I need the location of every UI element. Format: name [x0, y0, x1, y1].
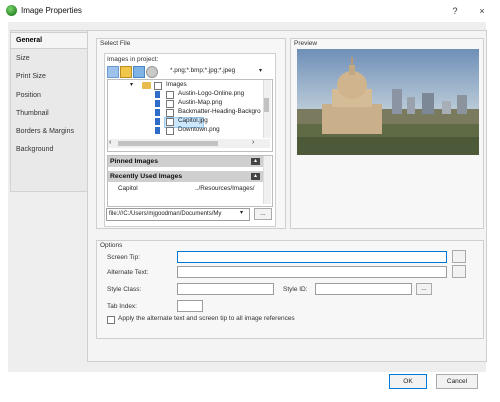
screen-tip-label: Screen Tip:	[107, 254, 140, 261]
style-id-browse-button[interactable]: ...	[416, 283, 432, 295]
nav-item-general[interactable]: General	[16, 37, 42, 44]
folder-checkbox[interactable]	[154, 82, 162, 90]
tree-file-selected[interactable]: Capitol.jpg	[178, 117, 208, 124]
filter-dropdown[interactable]: *.png;*.bmp;*.jpg;*.jpeg	[170, 67, 235, 74]
file-checkbox[interactable]	[166, 91, 174, 99]
nav-item-thumbnail[interactable]: Thumbnail	[16, 110, 49, 117]
file-icon	[155, 91, 160, 98]
scroll-left-icon[interactable]: ‹	[109, 139, 111, 146]
expand-chevron-icon[interactable]: ▾	[130, 81, 133, 88]
collapse-icon[interactable]: ▴	[251, 173, 260, 180]
folder-icon	[142, 82, 151, 89]
scroll-right-icon[interactable]: ›	[252, 139, 254, 146]
tree-folder-images[interactable]: Images	[166, 81, 187, 88]
tree-file[interactable]: Downtown.png	[178, 126, 220, 133]
view-folder-icon[interactable]	[120, 66, 132, 78]
nav-item-background[interactable]: Background	[16, 146, 53, 153]
screen-tip-input[interactable]	[177, 251, 447, 263]
file-icon	[155, 127, 160, 134]
style-class-input[interactable]	[177, 283, 274, 295]
alternate-text-edit-button[interactable]	[452, 265, 466, 278]
file-icon	[155, 109, 160, 116]
tree-file[interactable]: Backmatter-Heading-Backgro	[178, 108, 262, 115]
file-icon	[155, 118, 160, 125]
h-scrollbar-thumb[interactable]	[118, 141, 218, 146]
nav-item-position[interactable]: Position	[16, 92, 41, 99]
images-in-project-label: Images in project:	[107, 56, 159, 63]
recent-images-header[interactable]: Recently Used Images	[108, 171, 264, 182]
cancel-button[interactable]: Cancel	[436, 374, 478, 389]
close-button[interactable]: ×	[475, 4, 489, 18]
view-list-icon[interactable]	[107, 66, 119, 78]
file-path-input[interactable]: file:///C:/Users/mjgoodman/Documents/My	[106, 208, 250, 221]
refresh-icon[interactable]	[146, 66, 158, 78]
view-thumbnail-icon[interactable]	[133, 66, 145, 78]
select-file-label: Select File	[100, 40, 131, 47]
app-icon	[6, 5, 17, 16]
help-button[interactable]: ?	[448, 4, 462, 18]
alternate-text-label: Alternate Text:	[107, 269, 149, 276]
window-title: Image Properties	[21, 6, 82, 15]
options-label: Options	[100, 242, 123, 249]
recent-scrollbar[interactable]	[263, 156, 271, 204]
tree-file[interactable]: Austin-Map.png	[178, 99, 222, 106]
style-class-label: Style Class:	[107, 286, 142, 293]
ok-button[interactable]: OK	[389, 374, 427, 389]
tab-index-input[interactable]	[177, 300, 203, 312]
scrollbar-thumb[interactable]	[264, 98, 269, 112]
pinned-images-header[interactable]: Pinned Images	[108, 156, 264, 167]
screen-tip-edit-button[interactable]	[452, 250, 466, 263]
collapse-icon[interactable]: ▴	[251, 158, 260, 165]
file-checkbox[interactable]	[166, 100, 174, 108]
nav-item-print-size[interactable]: Print Size	[16, 73, 46, 80]
file-checkbox[interactable]	[166, 118, 174, 126]
tab-index-label: Tab Index:	[107, 303, 137, 310]
file-checkbox[interactable]	[166, 127, 174, 135]
recent-item-path: ../Resources/Images/	[195, 185, 255, 192]
nav-item-size[interactable]: Size	[16, 55, 30, 62]
style-id-label: Style ID:	[283, 286, 308, 293]
style-id-input[interactable]	[315, 283, 412, 295]
tree-file[interactable]: Austin-Logo-Online.png	[178, 90, 244, 97]
file-icon	[155, 100, 160, 107]
path-dropdown-icon[interactable]: ▾	[240, 209, 243, 216]
file-checkbox[interactable]	[166, 109, 174, 117]
chevron-down-icon[interactable]: ▾	[259, 67, 262, 74]
preview-label: Preview	[294, 40, 318, 47]
preview-image	[297, 49, 479, 155]
nav-item-borders-margins[interactable]: Borders & Margins	[16, 128, 74, 135]
apply-all-label: Apply the alternate text and screen tip …	[118, 315, 295, 322]
apply-all-checkbox[interactable]	[107, 316, 115, 324]
alternate-text-input[interactable]	[177, 266, 447, 278]
recent-item-name[interactable]: Capitol	[118, 185, 138, 192]
browse-button[interactable]: ...	[254, 208, 272, 220]
